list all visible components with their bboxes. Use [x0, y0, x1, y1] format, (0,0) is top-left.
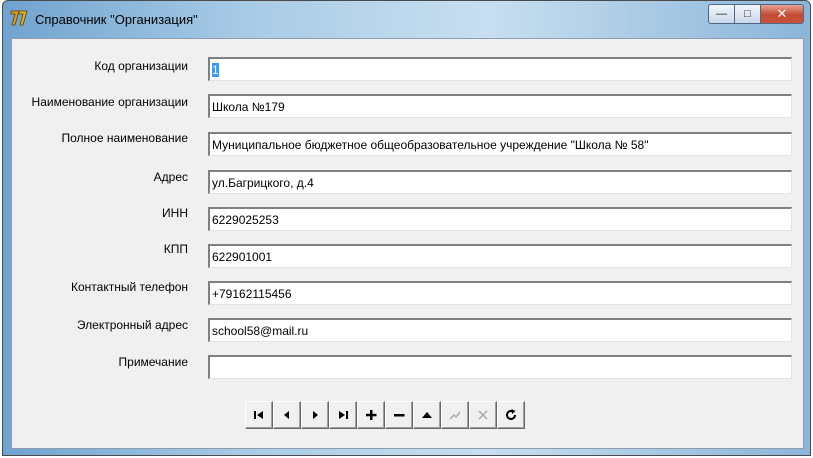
email-field[interactable]: school58@mail.ru [208, 318, 792, 342]
full-name-field[interactable]: Муниципальное бюджетное общеобразователь… [208, 132, 792, 156]
first-record-icon [254, 411, 263, 419]
close-button[interactable]: ✕ [760, 4, 804, 24]
org-code-field[interactable]: 1 [208, 57, 792, 81]
label-org-code: Код организации [94, 59, 188, 73]
delete-record-button[interactable] [385, 401, 413, 429]
cancel-edit-icon [478, 410, 488, 420]
kpp-field[interactable]: 622901001 [208, 244, 792, 268]
last-record-icon [339, 411, 348, 419]
caption-buttons: — □ ✕ [708, 4, 804, 24]
next-record-button[interactable] [301, 401, 329, 429]
note-field[interactable] [208, 355, 792, 379]
org-name-field[interactable]: Школа №179 [208, 94, 792, 118]
title-bar[interactable]: Справочник "Организация" — □ ✕ [3, 1, 810, 37]
label-email: Электронный адрес [76, 318, 188, 332]
prior-record-icon [284, 411, 289, 419]
minimize-button[interactable]: — [708, 4, 735, 24]
post-record-button[interactable] [441, 401, 469, 429]
edit-record-icon [422, 412, 432, 418]
label-kpp: КПП [163, 242, 188, 256]
delete-record-icon [394, 414, 405, 417]
maximize-button[interactable]: □ [734, 4, 761, 24]
insert-record-icon [366, 410, 377, 420]
label-phone: Контактный телефон [71, 280, 188, 294]
phone-field[interactable]: +79162115456 [208, 281, 792, 305]
minimize-icon: — [716, 8, 727, 20]
cancel-edit-button[interactable] [469, 401, 497, 429]
refresh-icon [506, 409, 516, 420]
close-icon: ✕ [776, 6, 788, 21]
refresh-button[interactable] [497, 401, 525, 429]
org-code-value: 1 [212, 63, 219, 77]
edit-record-button[interactable] [413, 401, 441, 429]
prior-record-button[interactable] [273, 401, 301, 429]
label-address: Адрес [153, 170, 188, 184]
label-full-name: Полное наименование [61, 131, 189, 145]
first-record-button[interactable] [245, 401, 273, 429]
maximize-icon: □ [744, 8, 751, 20]
window-title: Справочник "Организация" [35, 12, 198, 27]
label-inn: ИНН [162, 206, 188, 220]
address-field[interactable]: ул.Багрицкого, д.4 [208, 170, 792, 194]
form-client-area: Код организации 1 Наименование организац… [11, 38, 804, 449]
last-record-button[interactable] [329, 401, 357, 429]
label-note: Примечание [118, 355, 188, 369]
app-window: Справочник "Организация" — □ ✕ Код орган… [2, 0, 811, 456]
next-record-icon [313, 411, 318, 419]
app-logo-icon [10, 10, 28, 26]
record-navigator [245, 401, 525, 429]
post-record-icon [449, 411, 461, 420]
inn-field[interactable]: 6229025253 [208, 207, 792, 231]
label-org-name: Наименование организации [31, 95, 188, 109]
insert-record-button[interactable] [357, 401, 385, 429]
